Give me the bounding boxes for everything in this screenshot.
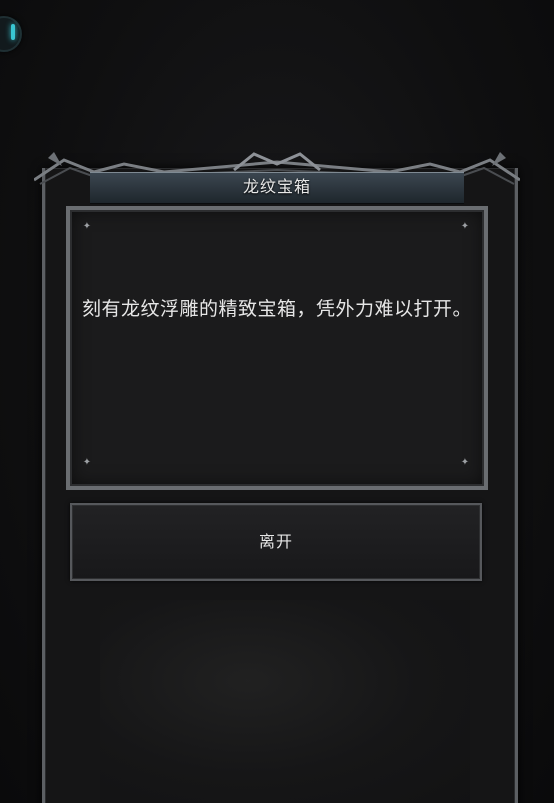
chest-description: 刻有龙纹浮雕的精致宝箱，凭外力难以打开。: [82, 298, 473, 320]
status-badge-icon: [11, 24, 15, 40]
corner-status-badge[interactable]: [0, 16, 22, 52]
dialog-background-texture: [100, 600, 470, 803]
description-panel: [66, 206, 488, 490]
corner-sparkle-icon: ✦: [82, 221, 92, 232]
corner-sparkle-icon: ✦: [460, 221, 470, 232]
corner-sparkle-icon: ✦: [460, 457, 470, 468]
leave-button[interactable]: 离开: [70, 503, 482, 581]
corner-sparkle-icon: ✦: [82, 457, 92, 468]
game-screen: 龙纹宝箱 ✦ ✦ ✦ ✦ 刻有龙纹浮雕的精致宝箱，凭外力难以打开。 离开: [0, 0, 554, 803]
dialog-title: 龙纹宝箱: [242, 177, 311, 196]
leave-button-label: 离开: [258, 532, 293, 551]
